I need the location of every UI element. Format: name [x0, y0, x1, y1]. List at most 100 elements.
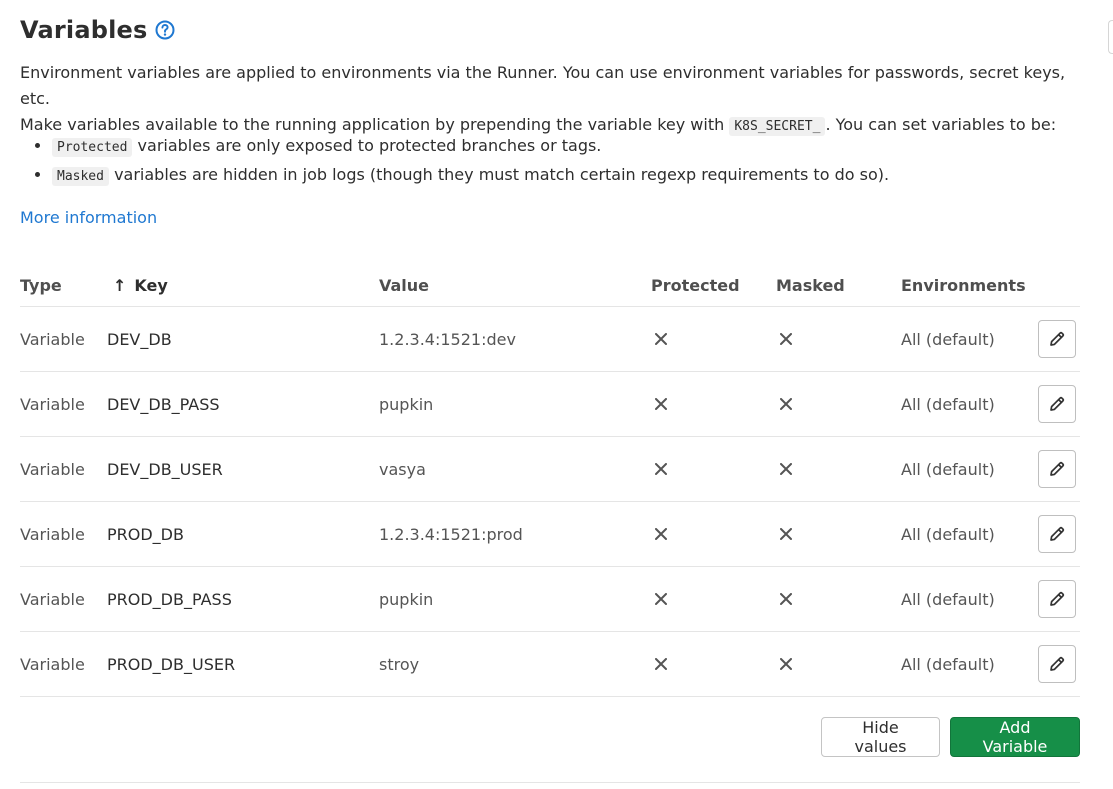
edit-variable-button[interactable]	[1038, 645, 1076, 683]
table-row: Variable DEV_DB 1.2.3.4:1521:dev All (de…	[20, 307, 1080, 372]
close-x-icon	[655, 658, 667, 670]
cell-protected	[651, 632, 667, 696]
close-x-icon	[780, 658, 792, 670]
cell-protected	[651, 567, 667, 631]
cell-key: DEV_DB_PASS	[107, 394, 220, 414]
cell-key: PROD_DB_PASS	[107, 589, 232, 609]
header-masked: Masked	[776, 275, 845, 295]
pencil-icon	[1050, 396, 1065, 411]
cell-environment: All (default)	[901, 589, 995, 609]
close-x-icon	[655, 398, 667, 410]
table-row: Variable PROD_DB_USER stroy All (default…	[20, 632, 1080, 697]
cell-masked	[776, 372, 792, 436]
cell-key: PROD_DB_USER	[107, 654, 236, 674]
hide-values-button[interactable]: Hide values	[821, 717, 940, 757]
close-x-icon	[780, 463, 792, 475]
pencil-icon	[1050, 331, 1065, 346]
close-x-icon	[780, 528, 792, 540]
add-variable-button[interactable]: Add Variable	[950, 717, 1080, 757]
cell-type: Variable	[20, 394, 85, 414]
page-title: Variables	[20, 16, 148, 44]
close-x-icon	[780, 398, 792, 410]
cell-environment: All (default)	[901, 654, 995, 674]
cell-value: stroy	[379, 654, 420, 674]
table-row: Variable DEV_DB_USER vasya All (default)	[20, 437, 1080, 502]
edit-variable-button[interactable]	[1038, 515, 1076, 553]
masked-code: Masked	[52, 167, 109, 186]
cell-value: 1.2.3.4:1521:dev	[379, 329, 516, 349]
pencil-icon	[1050, 526, 1065, 541]
cell-edit	[1038, 307, 1076, 371]
close-x-icon	[655, 333, 667, 345]
header-key-label: Key	[134, 275, 168, 295]
table-row: Variable DEV_DB_PASS pupkin All (default…	[20, 372, 1080, 437]
section-divider	[20, 782, 1080, 783]
close-x-icon	[655, 593, 667, 605]
sidebar-toggle-edge[interactable]	[1108, 20, 1113, 54]
variables-table: Type ↑ Key Value Protected Masked Enviro…	[20, 264, 1080, 697]
intro-text: Environment variables are applied to env…	[20, 60, 1080, 140]
cell-value: pupkin	[379, 394, 434, 414]
cell-key: PROD_DB	[107, 524, 184, 544]
cell-value: 1.2.3.4:1521:prod	[379, 524, 523, 544]
cell-edit	[1038, 632, 1076, 696]
cell-type: Variable	[20, 654, 85, 674]
close-x-icon	[780, 593, 792, 605]
table-header: Type ↑ Key Value Protected Masked Enviro…	[20, 264, 1080, 307]
cell-type: Variable	[20, 524, 85, 544]
header-type: Type	[20, 275, 62, 295]
cell-protected	[651, 307, 667, 371]
cell-type: Variable	[20, 589, 85, 609]
close-x-icon	[655, 463, 667, 475]
cell-masked	[776, 502, 792, 566]
cell-masked	[776, 307, 792, 371]
header-value: Value	[379, 275, 430, 295]
protected-code: Protected	[52, 138, 133, 157]
header-key[interactable]: ↑ Key	[113, 264, 168, 306]
cell-edit	[1038, 567, 1076, 631]
cell-edit	[1038, 372, 1076, 436]
cell-protected	[651, 372, 667, 436]
cell-key: DEV_DB	[107, 329, 172, 349]
more-information-link[interactable]: More information	[20, 208, 157, 227]
cell-value: pupkin	[379, 589, 434, 609]
cell-environment: All (default)	[901, 459, 995, 479]
cell-environment: All (default)	[901, 394, 995, 414]
edit-variable-button[interactable]	[1038, 580, 1076, 618]
cell-masked	[776, 437, 792, 501]
cell-type: Variable	[20, 459, 85, 479]
cell-edit	[1038, 502, 1076, 566]
table-actions: Hide values Add Variable	[821, 717, 1080, 757]
header-protected: Protected	[651, 275, 740, 295]
title-row: Variables	[20, 16, 175, 44]
cell-protected	[651, 502, 667, 566]
list-item-protected: Protected variables are only exposed to …	[52, 132, 889, 161]
cell-masked	[776, 632, 792, 696]
cell-value: vasya	[379, 459, 426, 479]
close-x-icon	[655, 528, 667, 540]
edit-variable-button[interactable]	[1038, 385, 1076, 423]
close-x-icon	[780, 333, 792, 345]
cell-edit	[1038, 437, 1076, 501]
list-item-masked: Masked variables are hidden in job logs …	[52, 161, 889, 190]
cell-masked	[776, 567, 792, 631]
masked-description: variables are hidden in job logs (though…	[114, 165, 890, 184]
protected-description: variables are only exposed to protected …	[137, 136, 602, 155]
help-icon[interactable]	[155, 20, 175, 40]
edit-variable-button[interactable]	[1038, 320, 1076, 358]
table-row: Variable PROD_DB_PASS pupkin All (defaul…	[20, 567, 1080, 632]
intro-line-1: Environment variables are applied to env…	[20, 63, 1066, 108]
cell-environment: All (default)	[901, 524, 995, 544]
table-row: Variable PROD_DB 1.2.3.4:1521:prod All (…	[20, 502, 1080, 567]
cell-environment: All (default)	[901, 329, 995, 349]
header-environments: Environments	[901, 275, 1026, 295]
cell-key: DEV_DB_USER	[107, 459, 223, 479]
pencil-icon	[1050, 591, 1065, 606]
cell-type: Variable	[20, 329, 85, 349]
variable-options-list: Protected variables are only exposed to …	[20, 132, 889, 190]
pencil-icon	[1050, 461, 1065, 476]
pencil-icon	[1050, 656, 1065, 671]
arrow-up-icon: ↑	[113, 275, 127, 295]
edit-variable-button[interactable]	[1038, 450, 1076, 488]
cell-protected	[651, 437, 667, 501]
